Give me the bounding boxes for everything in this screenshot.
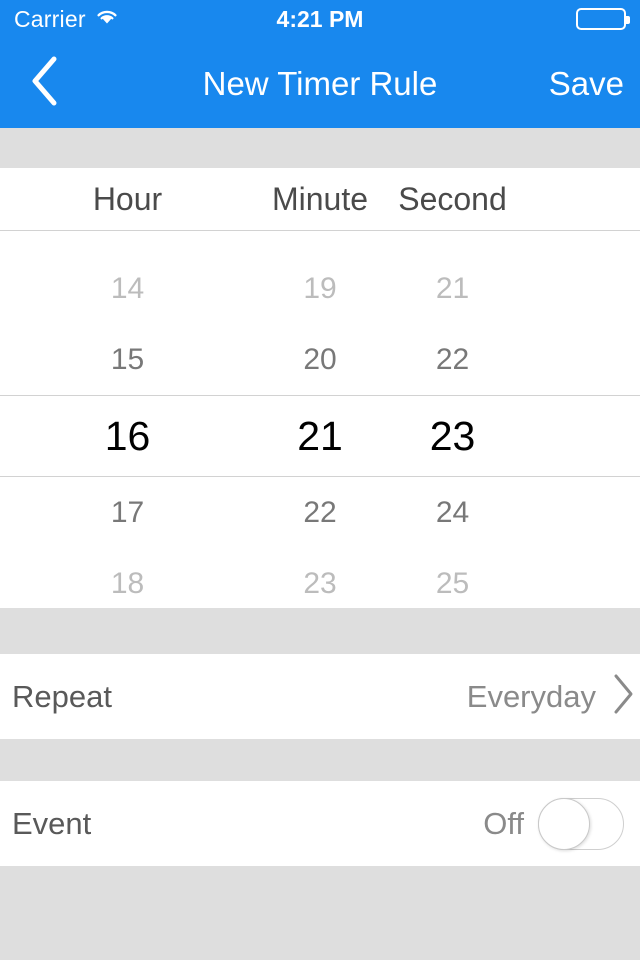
time-picker-panel: Hour Minute Second 14 19 21 15 20 22 16 … bbox=[0, 168, 640, 608]
picker-header-hour: Hour bbox=[92, 181, 163, 217]
event-toggle-knob bbox=[538, 797, 590, 850]
page-title: New Timer Rule bbox=[202, 64, 438, 102]
picker-cell-second: 24 bbox=[435, 495, 470, 529]
picker-cell-hour: 14 bbox=[110, 271, 145, 305]
picker-cell-minute-selected: 21 bbox=[297, 412, 343, 459]
picker-cell-minute: 19 bbox=[303, 271, 337, 305]
picker-cell-second-selected: 23 bbox=[429, 412, 476, 459]
picker-cell-second: 22 bbox=[435, 342, 470, 376]
picker-row[interactable]: 17 22 24 bbox=[0, 477, 640, 548]
picker-top-spacer bbox=[0, 231, 640, 253]
event-row-right: Off bbox=[483, 797, 630, 850]
battery-icon bbox=[576, 8, 630, 30]
section-gap-event bbox=[0, 739, 640, 781]
picker-row[interactable]: 15 20 22 bbox=[0, 324, 640, 395]
picker-cell-hour: 17 bbox=[110, 495, 145, 529]
wifi-icon bbox=[94, 7, 120, 32]
status-bar-right bbox=[576, 8, 630, 30]
section-gap-top bbox=[0, 128, 640, 168]
repeat-label: Repeat bbox=[12, 679, 112, 714]
status-bar-left: Carrier bbox=[14, 7, 120, 32]
picker-cell-hour: 18 bbox=[110, 566, 145, 600]
picker-header-minute: Minute bbox=[271, 181, 369, 217]
picker-cell-hour-selected: 16 bbox=[104, 412, 151, 459]
picker-row[interactable]: 18 23 25 bbox=[0, 548, 640, 619]
picker-header-second: Second bbox=[398, 181, 507, 217]
bottom-background bbox=[0, 866, 640, 933]
chevron-left-icon bbox=[28, 54, 62, 113]
picker-column-headers: Hour Minute Second bbox=[0, 168, 640, 231]
picker-row[interactable]: 14 19 21 bbox=[0, 253, 640, 324]
event-label: Event bbox=[12, 806, 92, 841]
chevron-right-icon bbox=[610, 672, 636, 721]
event-value: Off bbox=[483, 806, 524, 841]
repeat-row-right: Everyday bbox=[466, 672, 633, 721]
navigation-bar: New Timer Rule Save bbox=[0, 38, 640, 128]
back-button[interactable] bbox=[0, 38, 90, 128]
picker-row-selected[interactable]: 16 21 23 bbox=[0, 395, 640, 477]
picker-cell-second: 21 bbox=[435, 271, 470, 305]
event-toggle[interactable] bbox=[538, 797, 624, 850]
status-bar: Carrier 4:21 PM bbox=[0, 0, 640, 38]
picker-cell-minute: 23 bbox=[303, 566, 337, 600]
picker-cell-second: 25 bbox=[435, 566, 470, 600]
save-button[interactable]: Save bbox=[549, 67, 624, 100]
event-row[interactable]: Event Off bbox=[0, 781, 640, 866]
picker-cell-minute: 20 bbox=[303, 342, 337, 376]
picker-wheels[interactable]: 14 19 21 15 20 22 16 21 23 17 22 24 18 2… bbox=[0, 231, 640, 608]
repeat-value: Everyday bbox=[466, 679, 596, 714]
picker-bottom-spacer bbox=[0, 619, 640, 679]
picker-cell-minute: 22 bbox=[303, 495, 337, 529]
picker-cell-hour: 15 bbox=[110, 342, 145, 376]
carrier-label: Carrier bbox=[14, 5, 86, 32]
